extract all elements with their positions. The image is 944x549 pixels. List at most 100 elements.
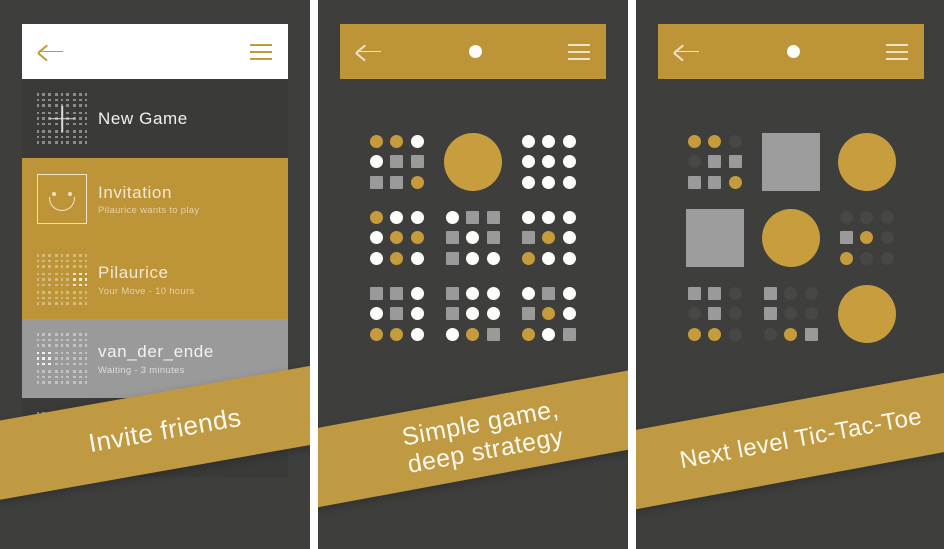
board-cell[interactable] bbox=[725, 131, 746, 152]
list-item-pilaurice[interactable]: Pilaurice Your Move - 10 hours bbox=[22, 240, 288, 319]
board-cell[interactable] bbox=[684, 283, 705, 304]
board-cell[interactable] bbox=[539, 131, 560, 152]
sub-board-7[interactable] bbox=[760, 283, 822, 345]
sub-board-0[interactable] bbox=[366, 131, 428, 193]
board-cell[interactable] bbox=[366, 324, 387, 345]
hamburger-menu-icon[interactable] bbox=[250, 43, 272, 60]
board-cell[interactable] bbox=[442, 283, 463, 304]
board-cell[interactable] bbox=[407, 152, 428, 173]
sub-board-1[interactable] bbox=[760, 131, 822, 193]
board-cell[interactable] bbox=[407, 172, 428, 193]
board-cell[interactable] bbox=[559, 207, 580, 228]
board-cell[interactable] bbox=[801, 324, 822, 345]
board-cell[interactable] bbox=[366, 248, 387, 269]
board-cell[interactable] bbox=[725, 304, 746, 325]
board-cell[interactable] bbox=[518, 283, 539, 304]
board-cell[interactable] bbox=[442, 207, 463, 228]
board-cell[interactable] bbox=[463, 304, 484, 325]
board-cell[interactable] bbox=[387, 207, 408, 228]
board-cell[interactable] bbox=[387, 152, 408, 173]
board-cell[interactable] bbox=[407, 207, 428, 228]
board-cell[interactable] bbox=[801, 283, 822, 304]
sub-board-6[interactable] bbox=[366, 283, 428, 345]
board-cell[interactable] bbox=[366, 152, 387, 173]
board-cell[interactable] bbox=[539, 304, 560, 325]
back-arrow-icon[interactable] bbox=[38, 41, 64, 63]
board-cell[interactable] bbox=[518, 248, 539, 269]
board-cell[interactable] bbox=[366, 228, 387, 249]
hamburger-menu-icon[interactable] bbox=[568, 43, 590, 60]
board-cell[interactable] bbox=[725, 324, 746, 345]
board-cell[interactable] bbox=[442, 228, 463, 249]
board-cell[interactable] bbox=[705, 172, 726, 193]
board-cell[interactable] bbox=[705, 131, 726, 152]
board-cell[interactable] bbox=[442, 304, 463, 325]
board-cell[interactable] bbox=[407, 228, 428, 249]
board-cell[interactable] bbox=[518, 172, 539, 193]
board-cell[interactable] bbox=[483, 304, 504, 325]
board-cell[interactable] bbox=[801, 304, 822, 325]
sub-board-2[interactable] bbox=[518, 131, 580, 193]
board-cell[interactable] bbox=[857, 228, 878, 249]
board-cell[interactable] bbox=[781, 283, 802, 304]
board-cell[interactable] bbox=[684, 131, 705, 152]
board-cell[interactable] bbox=[483, 248, 504, 269]
board-cell[interactable] bbox=[387, 304, 408, 325]
sub-board-8[interactable] bbox=[836, 283, 898, 345]
board-cell[interactable] bbox=[725, 152, 746, 173]
board-cell[interactable] bbox=[877, 248, 898, 269]
board-cell[interactable] bbox=[463, 283, 484, 304]
board-cell[interactable] bbox=[387, 172, 408, 193]
board-cell[interactable] bbox=[483, 324, 504, 345]
board-cell[interactable] bbox=[857, 207, 878, 228]
board-cell[interactable] bbox=[387, 324, 408, 345]
board-cell[interactable] bbox=[407, 131, 428, 152]
board-cell[interactable] bbox=[463, 228, 484, 249]
sub-board-6[interactable] bbox=[684, 283, 746, 345]
sub-board-0[interactable] bbox=[684, 131, 746, 193]
board-cell[interactable] bbox=[760, 283, 781, 304]
board-cell[interactable] bbox=[483, 207, 504, 228]
sub-board-3[interactable] bbox=[684, 207, 746, 269]
board-cell[interactable] bbox=[539, 283, 560, 304]
board-cell[interactable] bbox=[705, 152, 726, 173]
sub-board-1[interactable] bbox=[442, 131, 504, 193]
board-cell[interactable] bbox=[877, 207, 898, 228]
board-cell[interactable] bbox=[559, 172, 580, 193]
hamburger-menu-icon[interactable] bbox=[886, 43, 908, 60]
board-cell[interactable] bbox=[407, 304, 428, 325]
board-cell[interactable] bbox=[836, 228, 857, 249]
list-item-invitation[interactable]: Invitation Pilaurice wants to play bbox=[22, 158, 288, 240]
board-cell[interactable] bbox=[366, 172, 387, 193]
board-cell[interactable] bbox=[518, 207, 539, 228]
sub-board-2[interactable] bbox=[836, 131, 898, 193]
board-cell[interactable] bbox=[407, 248, 428, 269]
board-cell[interactable] bbox=[725, 172, 746, 193]
back-arrow-icon[interactable] bbox=[356, 41, 382, 63]
board-cell[interactable] bbox=[539, 228, 560, 249]
board-cell[interactable] bbox=[539, 172, 560, 193]
board-cell[interactable] bbox=[387, 248, 408, 269]
board-cell[interactable] bbox=[684, 324, 705, 345]
sub-board-4[interactable] bbox=[442, 207, 504, 269]
board-cell[interactable] bbox=[559, 248, 580, 269]
board-cell[interactable] bbox=[407, 283, 428, 304]
board-cell[interactable] bbox=[705, 304, 726, 325]
board-cell[interactable] bbox=[836, 248, 857, 269]
board-cell[interactable] bbox=[539, 152, 560, 173]
board-cell[interactable] bbox=[539, 248, 560, 269]
board-cell[interactable] bbox=[518, 131, 539, 152]
board-cell[interactable] bbox=[836, 207, 857, 228]
board-cell[interactable] bbox=[725, 283, 746, 304]
board-cell[interactable] bbox=[407, 324, 428, 345]
board-cell[interactable] bbox=[705, 324, 726, 345]
board-cell[interactable] bbox=[877, 228, 898, 249]
board-cell[interactable] bbox=[463, 248, 484, 269]
board-cell[interactable] bbox=[559, 131, 580, 152]
board-cell[interactable] bbox=[366, 207, 387, 228]
board-cell[interactable] bbox=[518, 228, 539, 249]
board-cell[interactable] bbox=[559, 324, 580, 345]
sub-board-5[interactable] bbox=[836, 207, 898, 269]
board-cell[interactable] bbox=[387, 228, 408, 249]
board-cell[interactable] bbox=[463, 324, 484, 345]
